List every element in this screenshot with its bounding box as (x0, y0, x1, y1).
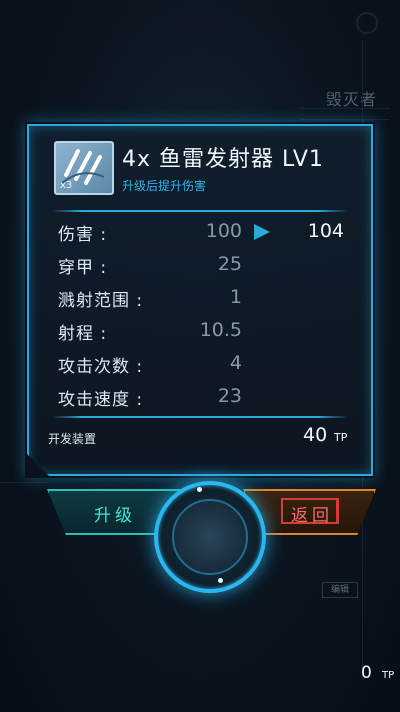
dev-device-unit: TP (334, 431, 348, 444)
item-title: 4x 鱼雷发射器 LV1 (122, 147, 324, 172)
stat-label: 溅射范围 : (58, 291, 144, 311)
stat-value: 10.5 (199, 319, 242, 341)
tp-balance: 0 (361, 663, 372, 683)
stat-value: 25 (217, 253, 242, 275)
stat-value: 4 (229, 352, 242, 374)
stat-label: 穿甲 : (58, 258, 108, 278)
stat-row-damage: 伤害 : 100 104 (58, 220, 348, 245)
stat-label: 射程 : (58, 324, 108, 344)
item-icon-badge: x3 (60, 180, 73, 191)
stat-label: 攻击速度 : (58, 390, 144, 410)
upgrade-button-label: 升级 (94, 506, 136, 526)
stat-row-splash-range: 溅射范围 : 1 (58, 286, 348, 311)
stat-next-value: 104 (307, 220, 344, 242)
footer-divider (52, 416, 348, 418)
dial-marker-bottom (218, 578, 223, 583)
stat-row-attack-speed: 攻击速度 : 23 (58, 385, 348, 410)
stat-value: 1 (229, 286, 242, 308)
tp-balance-unit: TP (382, 670, 395, 681)
item-description: 升级后提升伤害 (122, 179, 207, 193)
stat-row-range: 射程 : 10.5 (58, 319, 348, 344)
header-divider (52, 210, 348, 212)
upgrade-arrow-icon (254, 224, 270, 240)
dial-marker-top (197, 487, 202, 492)
stat-value: 23 (217, 385, 242, 407)
settings-icon (356, 12, 378, 34)
background-ship-title: 毁灭者 (326, 90, 378, 109)
stat-value: 100 (205, 220, 242, 242)
stat-label: 伤害 : (58, 225, 108, 245)
background-info-lines (300, 108, 390, 120)
dev-device-label: 开发装置 (48, 432, 97, 446)
background-divider (0, 482, 48, 483)
stat-row-attack-count: 攻击次数 : 4 (58, 352, 348, 377)
dev-device-cost: 40 (303, 424, 328, 446)
stat-label: 攻击次数 : (58, 357, 144, 377)
torpedo-launcher-icon: x3 (54, 141, 114, 195)
background-edit-button[interactable]: 编辑 (322, 582, 358, 598)
stat-row-armor-pierce: 穿甲 : 25 (58, 253, 348, 278)
back-button-label: 返回 (291, 506, 333, 526)
center-dial-core (172, 499, 248, 575)
